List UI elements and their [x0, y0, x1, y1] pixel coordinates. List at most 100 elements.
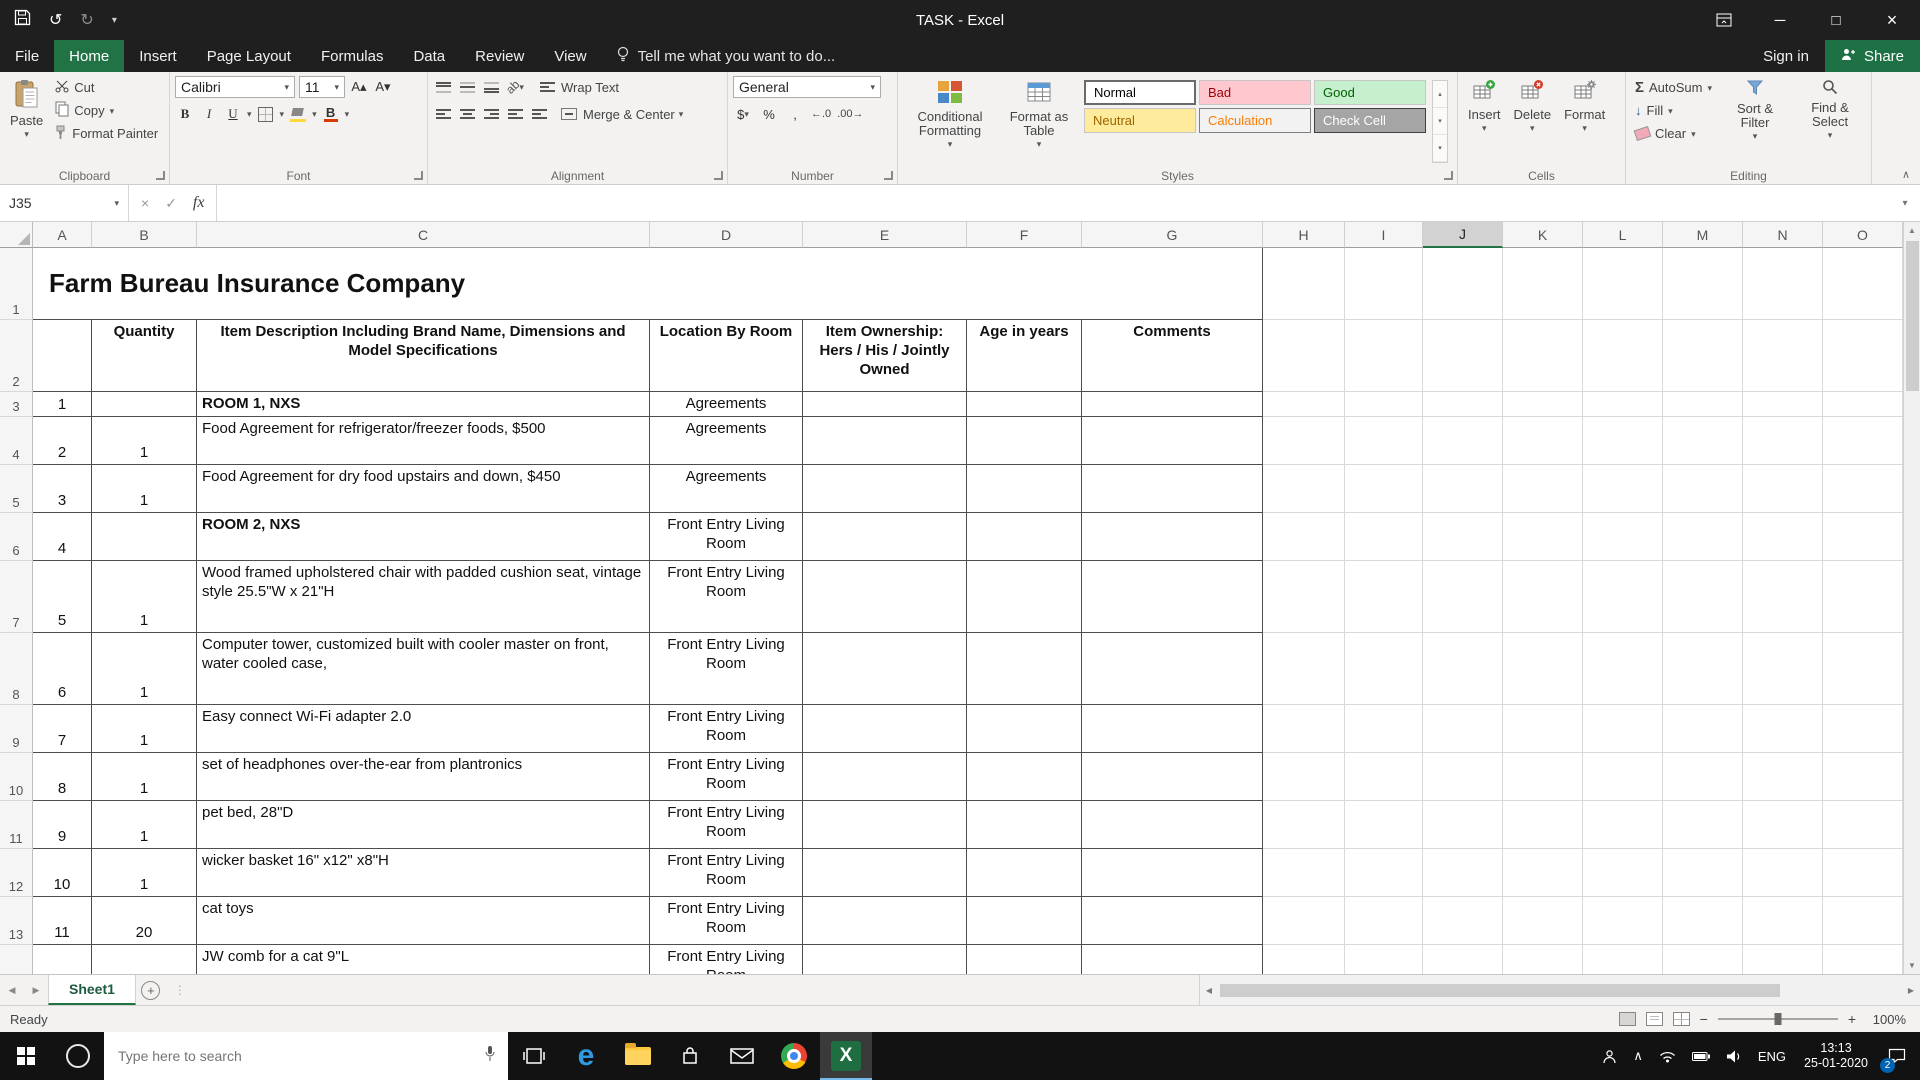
column-header-A[interactable]: A [33, 222, 92, 248]
column-header-G[interactable]: G [1082, 222, 1263, 248]
cell-B2[interactable]: Quantity [92, 320, 197, 392]
cell-M11[interactable] [1663, 801, 1743, 849]
cell-G3[interactable] [1082, 392, 1263, 417]
cancel-icon[interactable]: × [141, 195, 149, 211]
cell-J1[interactable] [1423, 248, 1503, 320]
scroll-up-icon[interactable]: ▲ [1904, 222, 1920, 239]
cell-B11[interactable]: 1 [92, 801, 197, 849]
cell-B9[interactable]: 1 [92, 705, 197, 753]
tell-me-box[interactable]: Tell me what you want to do... [616, 40, 835, 72]
cell-I4[interactable] [1345, 417, 1423, 465]
cell-C6[interactable]: ROOM 2, NXS [197, 513, 650, 561]
cell-A2[interactable] [33, 320, 92, 392]
cell-L2[interactable] [1583, 320, 1663, 392]
cell-O11[interactable] [1823, 801, 1903, 849]
sort-filter-button[interactable]: Sort & Filter ▾ [1719, 76, 1791, 143]
cell-L10[interactable] [1583, 753, 1663, 801]
sign-in-button[interactable]: Sign in [1747, 48, 1825, 65]
cell-O9[interactable] [1823, 705, 1903, 753]
fill-button[interactable]: ↓ Fill ▾ [1631, 99, 1716, 122]
wrap-text-label[interactable]: Wrap Text [561, 80, 619, 95]
zoom-out-icon[interactable]: − [1700, 1011, 1708, 1027]
undo-icon[interactable]: ↺ [49, 10, 62, 30]
cell-O1[interactable] [1823, 248, 1903, 320]
cell-A6[interactable]: 4 [33, 513, 92, 561]
cell-L5[interactable] [1583, 465, 1663, 513]
cell-F13[interactable] [967, 897, 1082, 945]
search-input[interactable] [116, 1047, 474, 1065]
cell-J9[interactable] [1423, 705, 1503, 753]
cell-G5[interactable] [1082, 465, 1263, 513]
cell-A1-title[interactable]: Farm Bureau Insurance Company [33, 248, 1263, 320]
save-icon[interactable] [14, 9, 31, 31]
cell-D2[interactable]: Location By Room [650, 320, 803, 392]
cell-N4[interactable] [1743, 417, 1823, 465]
cell-E4[interactable] [803, 417, 967, 465]
horizontal-scroll-thumb[interactable] [1220, 983, 1780, 997]
column-header-C[interactable]: C [197, 222, 650, 248]
cell-L9[interactable] [1583, 705, 1663, 753]
cell-N2[interactable] [1743, 320, 1823, 392]
sheet-nav-left-icon[interactable]: ◀ [0, 975, 24, 1005]
cell-B10[interactable]: 1 [92, 753, 197, 801]
font-size-select[interactable]: 11 ▾ [299, 76, 345, 98]
minimize-button[interactable]: ─ [1752, 0, 1808, 40]
microphone-icon[interactable] [484, 1045, 496, 1067]
cell-K12[interactable] [1503, 849, 1583, 897]
cell-I12[interactable] [1345, 849, 1423, 897]
cell-C2[interactable]: Item Description Including Brand Name, D… [197, 320, 650, 392]
cell-A10[interactable]: 8 [33, 753, 92, 801]
cell-D6[interactable]: Front Entry Living Room [650, 513, 803, 561]
cell-K5[interactable] [1503, 465, 1583, 513]
cell-J10[interactable] [1423, 753, 1503, 801]
cell-M6[interactable] [1663, 513, 1743, 561]
font-family-select[interactable]: Calibri ▾ [175, 76, 295, 98]
cell-N5[interactable] [1743, 465, 1823, 513]
ribbon-display-options-icon[interactable] [1696, 0, 1752, 40]
tab-formulas[interactable]: Formulas [306, 40, 399, 72]
cell-K10[interactable] [1503, 753, 1583, 801]
merge-center-icon[interactable] [559, 103, 579, 125]
cell-C8[interactable]: Computer tower, customized built with co… [197, 633, 650, 705]
row-header-7[interactable]: 7 [0, 561, 33, 633]
cell-J6[interactable] [1423, 513, 1503, 561]
cell-O13[interactable] [1823, 897, 1903, 945]
cell-H9[interactable] [1263, 705, 1345, 753]
tab-home[interactable]: Home [54, 40, 125, 72]
cell-D12[interactable]: Front Entry Living Room [650, 849, 803, 897]
cut-button[interactable]: Cut [51, 76, 162, 99]
format-cells-button[interactable]: Format ▾ [1559, 76, 1610, 135]
row-header-4[interactable]: 4 [0, 417, 33, 465]
cell-F3[interactable] [967, 392, 1082, 417]
percent-style-icon[interactable]: % [759, 103, 779, 125]
insert-function-icon[interactable]: fx [193, 194, 205, 212]
cell-J12[interactable] [1423, 849, 1503, 897]
cell-K13[interactable] [1503, 897, 1583, 945]
format-painter-button[interactable]: Format Painter [51, 122, 162, 145]
cell-N3[interactable] [1743, 392, 1823, 417]
cell-B7[interactable]: 1 [92, 561, 197, 633]
tab-view[interactable]: View [539, 40, 601, 72]
cell-F8[interactable] [967, 633, 1082, 705]
column-header-O[interactable]: O [1823, 222, 1903, 248]
comma-style-icon[interactable]: , [785, 103, 805, 125]
cell-D9[interactable]: Front Entry Living Room [650, 705, 803, 753]
number-format-select[interactable]: General ▾ [733, 76, 881, 98]
cell-I7[interactable] [1345, 561, 1423, 633]
cell-G12[interactable] [1082, 849, 1263, 897]
cell-J4[interactable] [1423, 417, 1503, 465]
action-center-button[interactable]: 2 [1878, 1032, 1920, 1080]
cell-style-good[interactable]: Good [1314, 80, 1426, 105]
orientation-icon[interactable]: ab ▾ [503, 76, 525, 98]
scroll-left-icon[interactable]: ◀ [1200, 986, 1218, 995]
cell-G6[interactable] [1082, 513, 1263, 561]
row-header-11[interactable]: 11 [0, 801, 33, 849]
column-header-N[interactable]: N [1743, 222, 1823, 248]
cell-L11[interactable] [1583, 801, 1663, 849]
cell-H13[interactable] [1263, 897, 1345, 945]
cell-M14[interactable] [1663, 945, 1743, 974]
align-top-icon[interactable] [433, 76, 453, 98]
row-header-14[interactable]: 14 [0, 945, 33, 974]
cell-style-calculation[interactable]: Calculation [1199, 108, 1311, 133]
mail-taskbar-icon[interactable] [716, 1032, 768, 1080]
